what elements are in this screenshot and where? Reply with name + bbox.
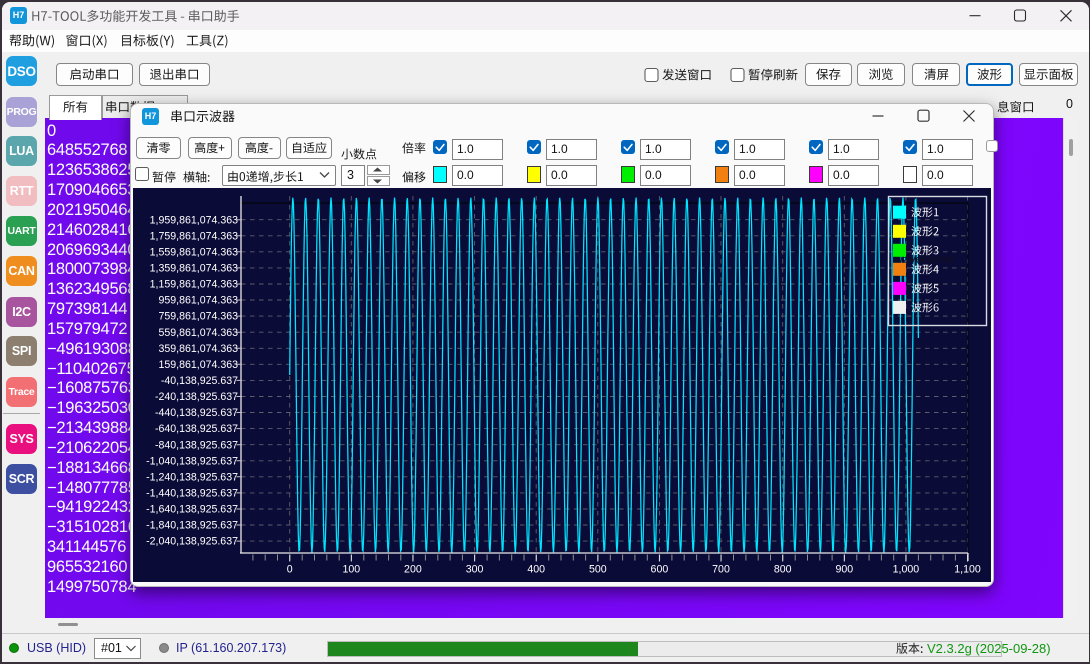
svg-text:1,559,861,074.363: 1,559,861,074.363 — [150, 246, 238, 258]
svg-text:1,959,861,074.363: 1,959,861,074.363 — [150, 214, 238, 226]
svg-text:-1,240,138,925.637: -1,240,138,925.637 — [146, 471, 238, 483]
svg-text:1,100: 1,100 — [954, 564, 981, 576]
svg-text:400: 400 — [527, 564, 545, 576]
svg-text:559,861,074.363: 559,861,074.363 — [158, 327, 238, 339]
svg-text:1,359,861,074.363: 1,359,861,074.363 — [150, 263, 238, 275]
svg-text:-40,138,925.637: -40,138,925.637 — [161, 375, 238, 387]
svg-text:-1,440,138,925.637: -1,440,138,925.637 — [146, 488, 238, 500]
svg-text:1,000: 1,000 — [893, 564, 920, 576]
svg-text:-640,138,925.637: -640,138,925.637 — [155, 423, 238, 435]
svg-text:800: 800 — [774, 564, 792, 576]
svg-text:300: 300 — [466, 564, 484, 576]
svg-text:159,861,074.363: 159,861,074.363 — [158, 359, 238, 371]
svg-text:0: 0 — [287, 564, 293, 576]
svg-text:-1,040,138,925.637: -1,040,138,925.637 — [146, 455, 238, 467]
svg-text:-1,840,138,925.637: -1,840,138,925.637 — [146, 520, 238, 532]
svg-text:200: 200 — [404, 564, 422, 576]
svg-text:1,759,861,074.363: 1,759,861,074.363 — [150, 230, 238, 242]
svg-text:500: 500 — [589, 564, 607, 576]
svg-text:1,159,861,074.363: 1,159,861,074.363 — [150, 279, 238, 291]
svg-text:759,861,074.363: 759,861,074.363 — [158, 311, 238, 323]
svg-text:-440,138,925.637: -440,138,925.637 — [155, 407, 238, 419]
svg-text:900: 900 — [835, 564, 853, 576]
svg-text:600: 600 — [651, 564, 669, 576]
svg-text:100: 100 — [342, 564, 360, 576]
svg-text:-240,138,925.637: -240,138,925.637 — [155, 391, 238, 403]
svg-text:-840,138,925.637: -840,138,925.637 — [155, 439, 238, 451]
svg-text:-2,040,138,925.637: -2,040,138,925.637 — [146, 536, 238, 548]
svg-text:359,861,074.363: 359,861,074.363 — [158, 343, 238, 355]
svg-text:959,861,074.363: 959,861,074.363 — [158, 295, 238, 307]
svg-text:-1,640,138,925.637: -1,640,138,925.637 — [146, 504, 238, 516]
svg-text:700: 700 — [712, 564, 730, 576]
